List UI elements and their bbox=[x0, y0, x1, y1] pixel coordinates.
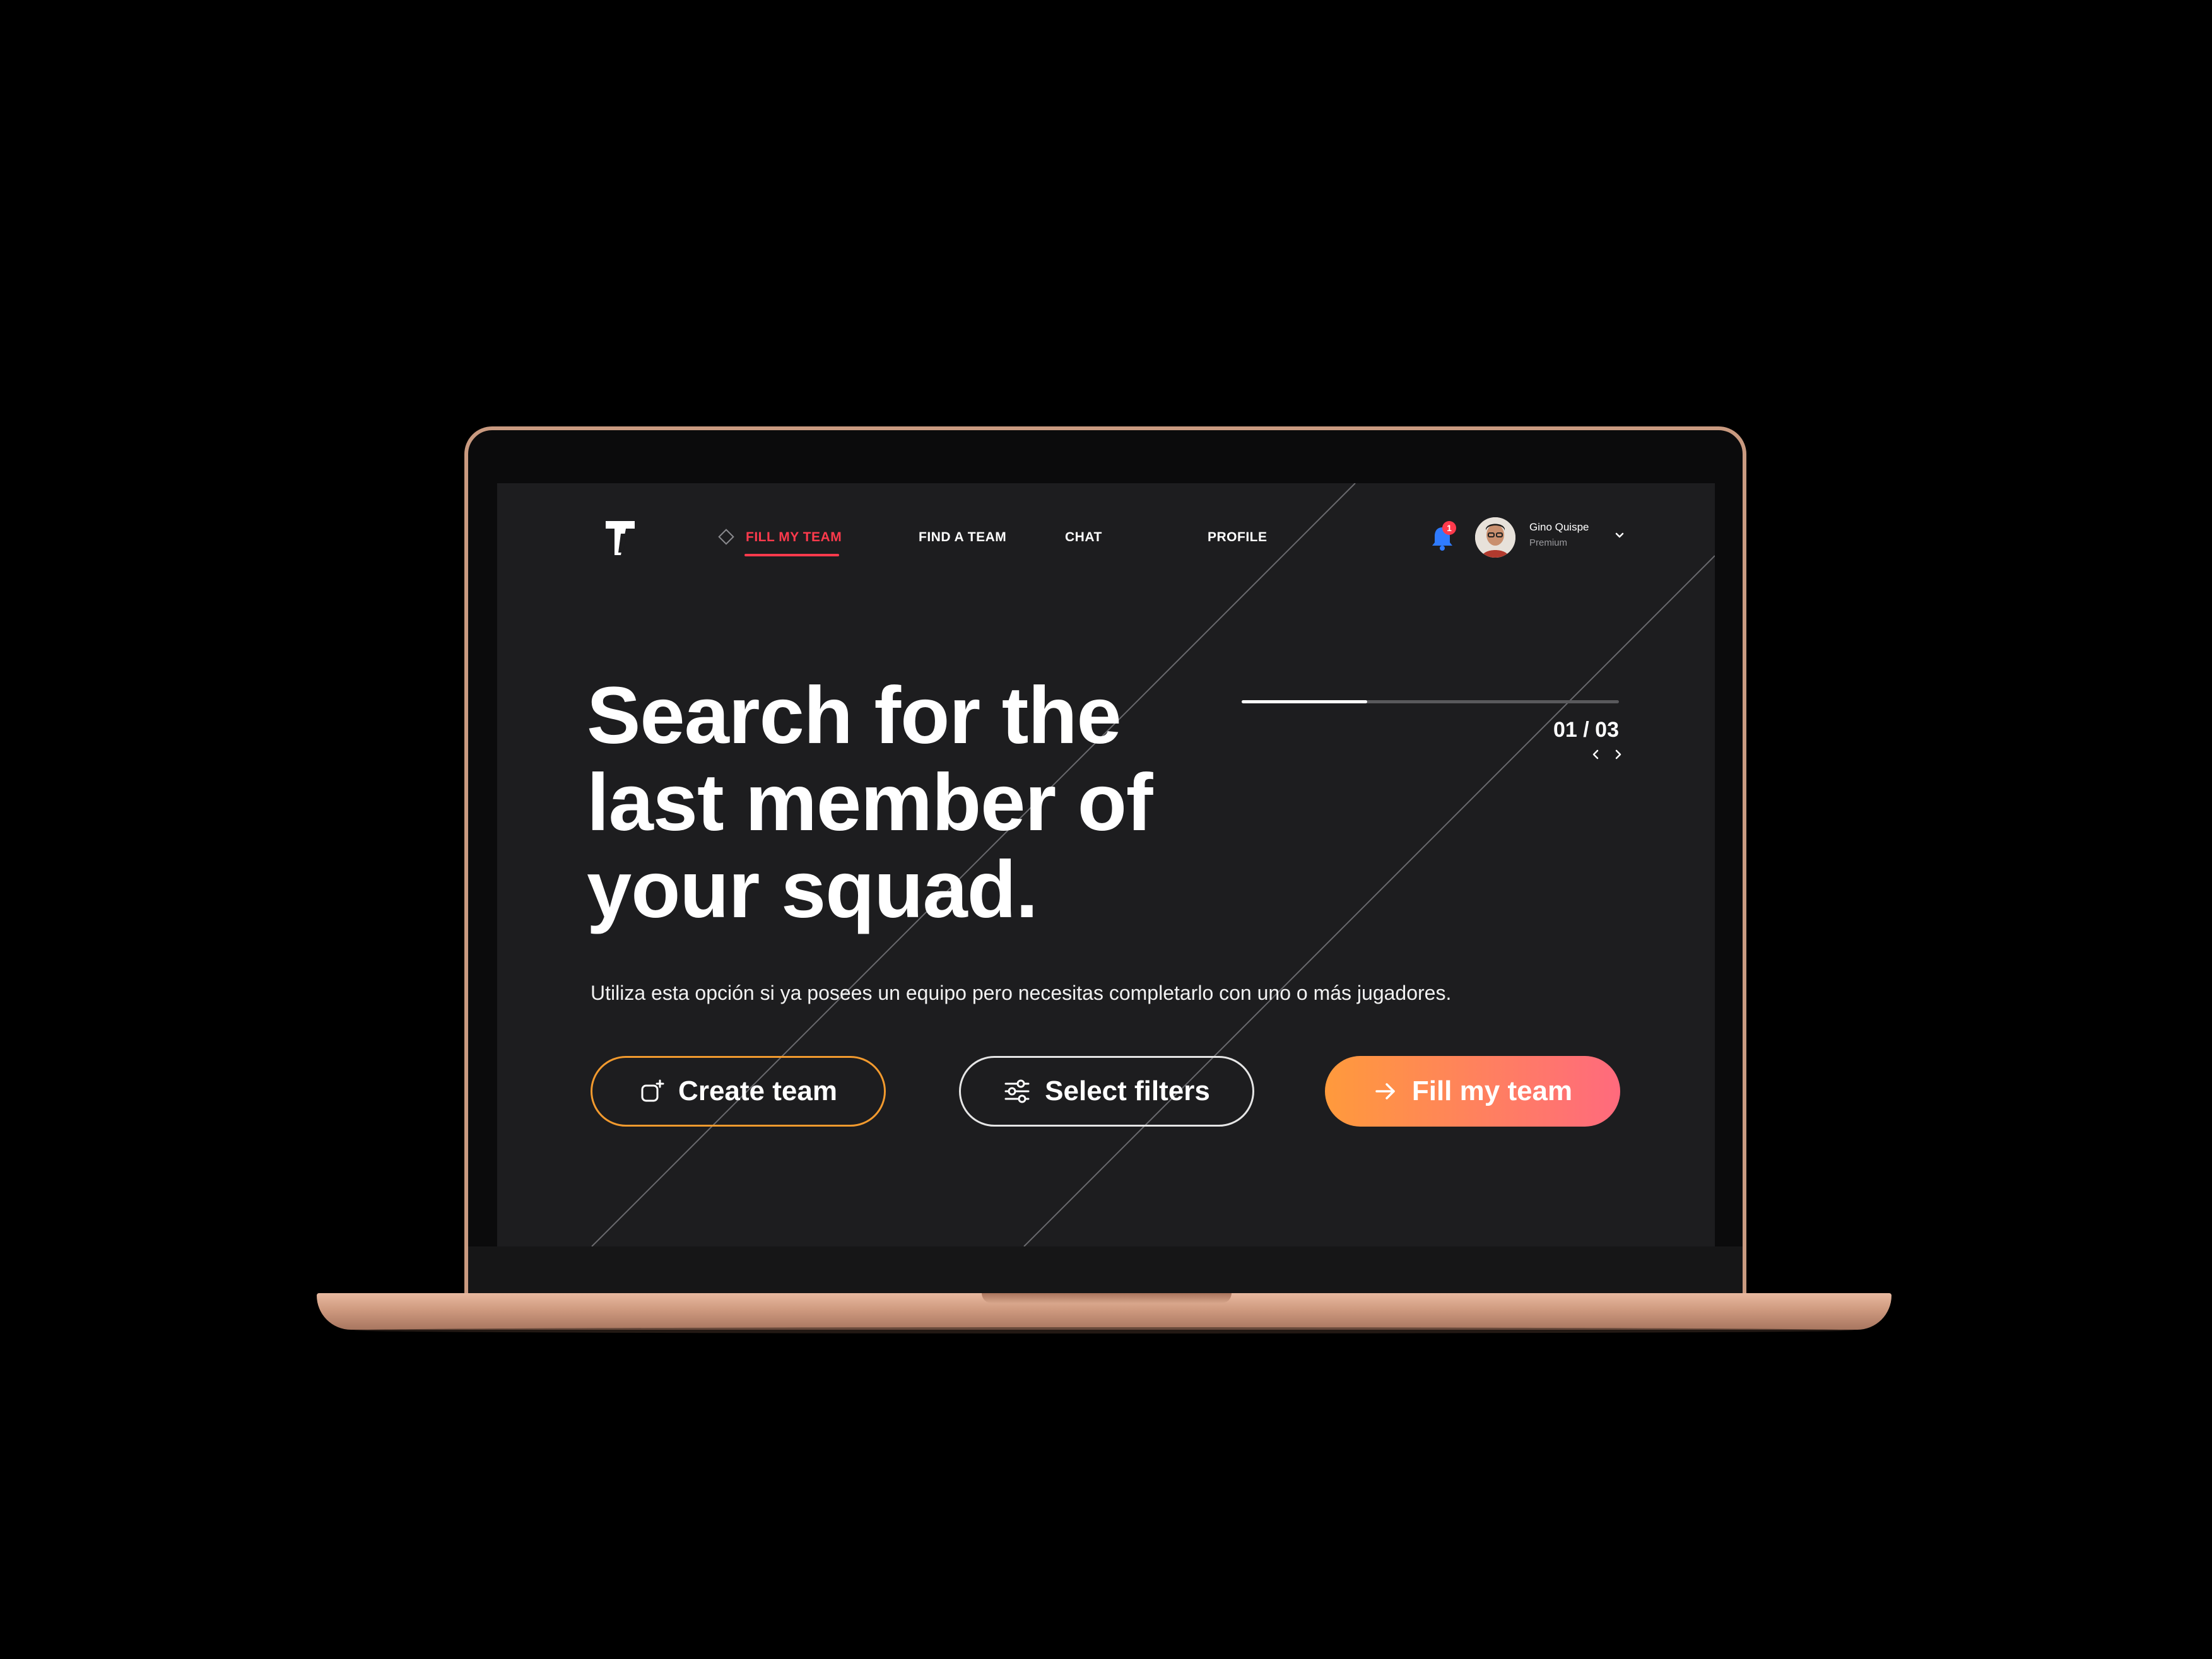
select-filters-label: Select filters bbox=[1045, 1076, 1210, 1106]
create-team-button[interactable]: Create team bbox=[591, 1056, 886, 1127]
chevron-down-icon[interactable] bbox=[1613, 529, 1627, 542]
nav-active-indicator bbox=[744, 554, 839, 556]
slide-counter: 01 / 03 bbox=[1548, 718, 1619, 742]
laptop-shadow bbox=[353, 1327, 1855, 1334]
chevron-left-icon[interactable] bbox=[1590, 747, 1601, 762]
headline-line-3: your squad. bbox=[587, 845, 1038, 935]
laptop-base-notch bbox=[982, 1293, 1232, 1303]
slide-current: 01 bbox=[1553, 718, 1577, 742]
select-filters-button[interactable]: Select filters bbox=[959, 1056, 1254, 1127]
headline-line-2: last member of bbox=[587, 758, 1153, 848]
arrow-right-icon bbox=[1375, 1083, 1395, 1099]
notification-badge: 1 bbox=[1442, 521, 1456, 535]
add-team-icon bbox=[641, 1079, 664, 1102]
slide-total: 03 bbox=[1595, 718, 1619, 742]
fill-my-team-label: Fill my team bbox=[1411, 1076, 1573, 1106]
slide-progress-track bbox=[1242, 700, 1619, 703]
slide-separator: / bbox=[1583, 718, 1589, 742]
fill-my-team-button[interactable]: Fill my team bbox=[1325, 1056, 1620, 1127]
chevron-right-icon[interactable] bbox=[1613, 747, 1624, 762]
nav-profile[interactable]: PROFILE bbox=[1208, 525, 1268, 550]
nav-chat[interactable]: CHAT bbox=[1065, 525, 1102, 550]
nav-fill-my-team[interactable]: FILL MY TEAM bbox=[746, 525, 842, 550]
slide-progress-fill bbox=[1242, 700, 1368, 703]
device-mockup: FILL MY TEAM FIND A TEAM CHAT PROFILE 1 … bbox=[0, 0, 2212, 1659]
avatar[interactable] bbox=[1475, 517, 1515, 558]
create-team-label: Create team bbox=[678, 1076, 837, 1106]
nav-find-a-team[interactable]: FIND A TEAM bbox=[919, 525, 1006, 550]
user-name: Gino Quispe bbox=[1529, 521, 1589, 533]
hero-headline: Search for the last member of your squad… bbox=[587, 672, 1218, 934]
sliders-icon bbox=[1004, 1079, 1030, 1103]
laptop-chin bbox=[468, 1246, 1743, 1297]
user-plan: Premium bbox=[1529, 537, 1568, 548]
app-screen: FILL MY TEAM FIND A TEAM CHAT PROFILE 1 … bbox=[497, 483, 1715, 1246]
hero-description: Utiliza esta opción si ya posees un equi… bbox=[591, 982, 1452, 1004]
headline-line-1: Search for the bbox=[587, 671, 1122, 761]
user-photo-icon bbox=[1475, 517, 1515, 558]
